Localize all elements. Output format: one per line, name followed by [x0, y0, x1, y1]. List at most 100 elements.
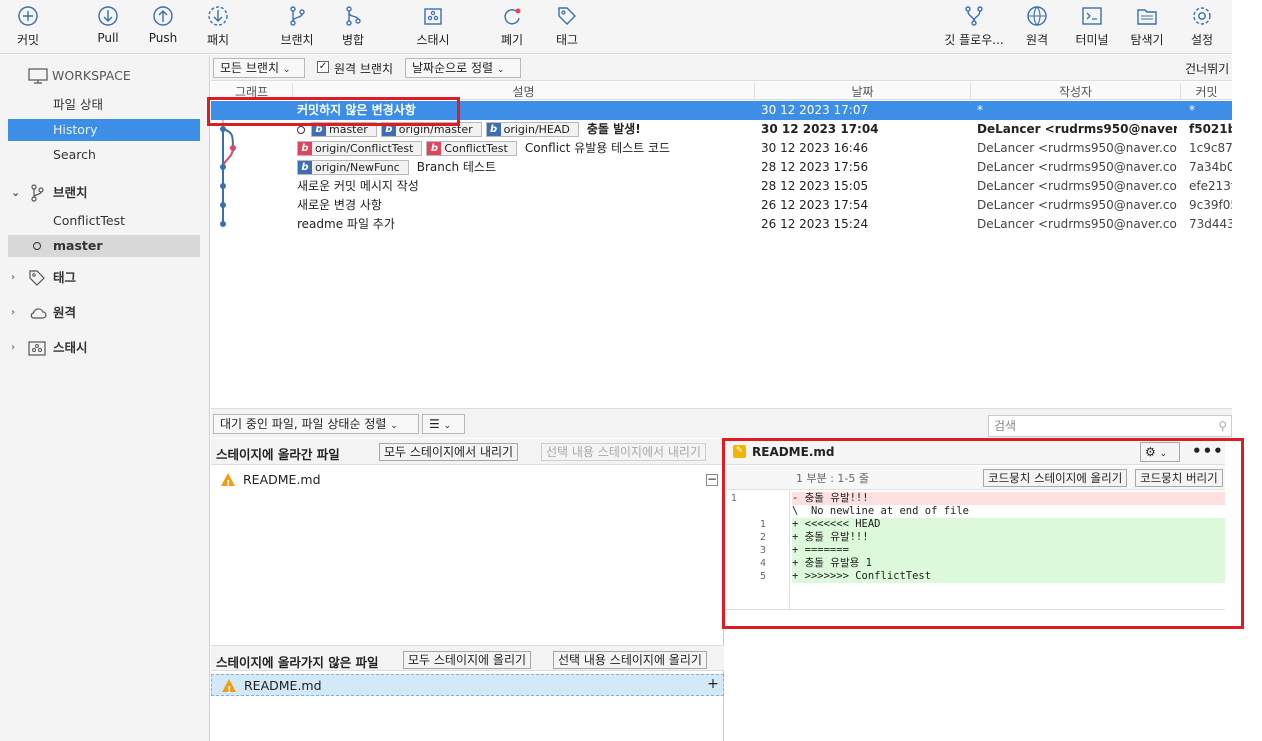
remote-branches-checkbox[interactable]: ✓: [317, 61, 329, 73]
staged-file-item[interactable]: README.md −: [211, 469, 724, 496]
remote-button[interactable]: 원격: [1007, 4, 1067, 48]
branch-conflicttest-label: ConflictTest: [53, 213, 126, 228]
branch-label: 브랜치: [280, 33, 314, 47]
commit-hash: 1c9c87c: [1189, 141, 1232, 155]
unstage-file-minus-icon[interactable]: −: [706, 473, 718, 486]
column-graph[interactable]: 그래프: [211, 83, 293, 99]
diff-line-added[interactable]: + <<<<<<< HEAD: [792, 518, 1225, 531]
diff-line-added[interactable]: + >>>>>>> ConflictTest: [792, 570, 1225, 583]
stash-button[interactable]: 스태시: [403, 4, 463, 48]
sidebar-item-file-status[interactable]: 파일 상태: [8, 94, 200, 116]
stage-selected-button[interactable]: 선택 내용 스테이지에 올리기: [553, 651, 707, 669]
chevron-right-icon: ›: [11, 272, 16, 283]
sidebar-branch-master[interactable]: master: [8, 235, 200, 257]
main-area: 모든 브랜치 ⌄ ✓ 원격 브랜치 날짜순으로 정렬 ⌄ 건너뛰기 그래프 설명…: [211, 55, 1232, 741]
stash-label: 스태시: [416, 33, 450, 47]
commit-description: 새로운 커밋 메시지 작성: [297, 179, 419, 193]
search-placeholder: 검색: [994, 419, 1017, 433]
staged-file-name: README.md: [243, 472, 321, 487]
sidebar-item-history[interactable]: History: [8, 119, 200, 141]
commit-date: 28 12 2023 15:05: [761, 179, 869, 193]
branch-tag-master[interactable]: b master: [311, 122, 377, 137]
gear-icon: ⚙: [1145, 445, 1156, 459]
stage-file-plus-icon[interactable]: +: [707, 677, 719, 691]
sidebar-branch-conflicttest[interactable]: ConflictTest: [8, 210, 200, 232]
commit-row[interactable]: b origin/ConflictTest b ConflictTest Conflic…: [211, 139, 1232, 158]
tag-icon: [29, 270, 45, 286]
settings-label: 설정: [1190, 33, 1214, 47]
branch-button[interactable]: 브랜치: [267, 4, 327, 48]
hunk-label: 1 부분 : 1-5 줄: [796, 472, 870, 485]
commit-row[interactable]: 새로운 변경 사항 26 12 2023 17:54 DeLancer <rud…: [211, 196, 1232, 215]
explorer-button[interactable]: 탐색기: [1117, 4, 1177, 48]
tag-label: origin/ConflictTest: [315, 142, 414, 155]
pull-button[interactable]: Pull: [78, 4, 138, 45]
column-date[interactable]: 날짜: [755, 83, 971, 99]
unstage-all-button[interactable]: 모두 스테이지에서 내리기: [379, 443, 519, 461]
stage-hunk-button[interactable]: 코드뭉치 스테이지에 올리기: [983, 469, 1128, 487]
search-input[interactable]: 검색 ⚲: [988, 415, 1232, 437]
column-description[interactable]: 설명: [293, 83, 755, 99]
sidebar-remotes-header[interactable]: › 원격: [8, 302, 200, 324]
branch-tag-origin-conflicttest[interactable]: b origin/ConflictTest: [297, 141, 423, 156]
sidebar-item-search[interactable]: Search: [8, 144, 200, 166]
tag-button[interactable]: 태그: [537, 4, 597, 48]
settings-button[interactable]: 설정: [1172, 4, 1232, 48]
diff-line-removed[interactable]: - 충돌 유발!!!: [792, 492, 1225, 505]
branch-tag-origin-head[interactable]: b origin/HEAD: [485, 122, 579, 137]
skip-label[interactable]: 건너뛰기: [1185, 60, 1229, 77]
push-button[interactable]: Push: [133, 4, 193, 45]
merge-button[interactable]: 병합: [323, 4, 383, 48]
stage-all-button[interactable]: 모두 스테이지에 올리기: [403, 651, 532, 669]
more-options-icon[interactable]: •••: [1192, 442, 1224, 460]
discard-button[interactable]: 폐기: [482, 4, 542, 48]
branch-tag-origin-master[interactable]: b origin/master: [380, 122, 482, 137]
fetch-button[interactable]: 패치: [188, 4, 248, 48]
diff-options-button[interactable]: ⚙ ⌄: [1140, 442, 1180, 462]
commit-row[interactable]: readme 파일 추가 26 12 2023 15:24 DeLancer <…: [211, 215, 1232, 234]
staged-files-header: 스테이지에 올라간 파일 모두 스테이지에서 내리기 선택 내용 스테이지에서 …: [211, 439, 724, 465]
column-author[interactable]: 작성자: [971, 83, 1181, 99]
commit-row[interactable]: 새로운 커밋 메시지 작성 28 12 2023 15:05 DeLancer …: [211, 177, 1232, 196]
diff-line-added[interactable]: + =======: [792, 544, 1225, 557]
sidebar-stash-header[interactable]: › 스태시: [8, 337, 200, 359]
history-column-header: 그래프 설명 날짜 작성자 커밋: [211, 82, 1232, 100]
branch-tag-origin-newfunc[interactable]: b origin/NewFunc: [297, 160, 409, 175]
tag-label: origin/master: [398, 123, 473, 136]
diff-line-added[interactable]: + 충돌 유발!!!: [792, 531, 1225, 544]
unstage-selected-button[interactable]: 선택 내용 스테이지에서 내리기: [541, 443, 706, 461]
discard-hunk-button[interactable]: 코드뭉치 버리기: [1135, 469, 1223, 487]
commit-author: DeLancer <rudrms950@naver.com>: [977, 141, 1177, 155]
chevron-right-icon: ›: [11, 307, 16, 318]
remotes-label: 원격: [53, 305, 77, 320]
merge-label: 병합: [341, 33, 365, 47]
branch-filter-dropdown[interactable]: 모든 브랜치 ⌄: [213, 58, 305, 78]
commit-hash: *: [1189, 103, 1195, 117]
workspace-label: WORKSPACE: [52, 68, 131, 83]
diff-divider: [726, 609, 1225, 610]
commit-row-uncommitted[interactable]: 커밋하지 않은 변경사항 30 12 2023 17:07 * *: [211, 101, 1232, 120]
history-label: History: [53, 122, 98, 137]
terminal-button[interactable]: 터미널: [1062, 4, 1122, 48]
commit-row[interactable]: b origin/NewFunc Branch 테스트 28 12 2023 17:…: [211, 158, 1232, 177]
branch-icon: [290, 6, 305, 26]
sort-order-dropdown[interactable]: 날짜순으로 정렬 ⌄: [405, 58, 521, 78]
diff-line-context[interactable]: \ No newline at end of file: [792, 505, 1225, 518]
sidebar-tags-header[interactable]: › 태그: [8, 267, 200, 289]
pull-label: Pull: [97, 31, 119, 45]
branch-tag-conflicttest[interactable]: b ConflictTest: [426, 141, 517, 156]
commit-row[interactable]: b master b origin/master b origin/HEAD 충돌 발생! …: [211, 120, 1232, 139]
commit-author: *: [977, 103, 983, 117]
git-flow-button[interactable]: 깃 플로우...: [943, 4, 1005, 48]
unstaged-file-item[interactable]: README.md +: [211, 674, 724, 702]
file-status-label: 파일 상태: [53, 97, 103, 112]
column-commit[interactable]: 커밋: [1181, 83, 1232, 99]
new-line-number: 3: [760, 545, 767, 556]
chevron-down-icon: ⌄: [1159, 449, 1168, 459]
file-sort-dropdown[interactable]: 대기 중인 파일, 파일 상태순 정렬 ⌄: [213, 414, 419, 434]
view-mode-dropdown[interactable]: ☰ ⌄: [422, 414, 465, 434]
file-sort-label: 대기 중인 파일, 파일 상태순 정렬: [220, 417, 387, 431]
commit-button[interactable]: 커밋: [0, 4, 58, 48]
diff-line-added[interactable]: + 충돌 유발용 1: [792, 557, 1225, 570]
sidebar-branches-header[interactable]: ⌄ 브랜치: [8, 182, 200, 204]
